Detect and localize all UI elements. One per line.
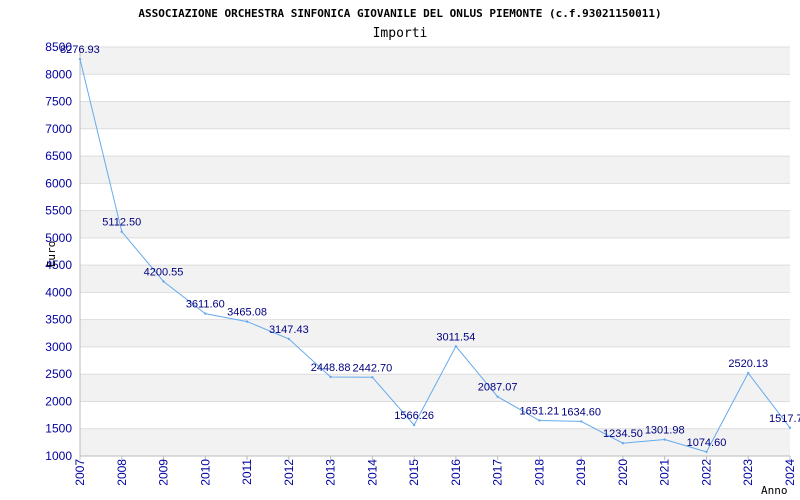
x-tick-label: 2011 [240, 459, 254, 485]
y-tick-label: 6000 [45, 176, 72, 190]
grid-band [80, 265, 790, 293]
data-label: 1651.21 [520, 405, 560, 417]
x-tick-label: 2007 [73, 459, 87, 486]
data-label: 3465.08 [227, 307, 267, 319]
x-tick-label: 2012 [282, 459, 296, 486]
data-label: 1234.50 [603, 428, 643, 440]
grid-band [80, 374, 790, 402]
x-tick-label: 2010 [198, 459, 212, 486]
data-label: 1074.60 [687, 437, 727, 449]
data-label: 1634.60 [561, 406, 601, 418]
y-tick-label: 4000 [45, 285, 72, 299]
data-point [747, 371, 750, 375]
data-point [412, 423, 416, 427]
y-axis-label: Euro [45, 241, 58, 268]
x-tick-label: 2024 [783, 459, 797, 486]
y-tick-label: 6500 [45, 149, 72, 163]
data-label: 3011.54 [436, 331, 475, 343]
grid-band [80, 156, 790, 184]
data-point [329, 375, 332, 379]
data-label: 2442.70 [352, 362, 392, 374]
data-label: 8276.93 [60, 44, 100, 56]
data-point [454, 345, 458, 348]
x-tick-label: 2020 [616, 459, 630, 486]
x-tick-label: 2021 [658, 459, 672, 486]
x-tick-label: 2016 [449, 459, 463, 486]
data-point [621, 442, 625, 445]
y-tick-label: 1500 [45, 422, 72, 436]
x-tick-label: 2008 [115, 459, 129, 486]
x-tick-label: 2019 [574, 459, 588, 486]
x-tick-label: 2014 [365, 459, 379, 486]
data-point [663, 438, 666, 441]
chart: 1000150020002500300035004000450050005500… [45, 7, 800, 497]
data-point [287, 337, 291, 341]
data-point [788, 426, 792, 429]
data-label: 2520.13 [728, 358, 768, 370]
grid-band [80, 47, 790, 75]
y-tick-label: 3500 [45, 313, 72, 327]
data-label: 1301.98 [645, 425, 685, 437]
x-tick-label: 2018 [532, 459, 546, 486]
grid-band [80, 319, 790, 347]
y-tick-label: 2000 [45, 394, 72, 408]
x-tick-labels: 2007 2008 2009 2010 2011 2012 2013 2014 2015 2016… [73, 459, 797, 486]
data-point [245, 320, 249, 323]
data-label: 3147.43 [269, 324, 309, 336]
data-point [538, 419, 541, 422]
data-point [579, 420, 583, 423]
data-point [705, 450, 708, 454]
data-label: 2448.88 [311, 362, 351, 374]
background-bands [80, 47, 790, 456]
y-tick-label: 3000 [45, 340, 72, 354]
grid-band [80, 210, 790, 238]
x-axis-label: Anno [761, 484, 788, 497]
chart-subtitle: Importi [373, 26, 428, 41]
y-tick-label: 2500 [45, 367, 72, 381]
x-tick-label: 2023 [741, 459, 755, 486]
grid-band [80, 101, 790, 129]
x-tick-label: 2017 [491, 459, 505, 486]
y-tick-label: 7500 [45, 95, 72, 109]
data-point [120, 230, 123, 233]
y-tick-label: 7000 [45, 122, 72, 136]
data-point [204, 312, 207, 315]
y-tick-label: 1000 [45, 449, 72, 463]
data-label: 4200.55 [144, 266, 184, 278]
x-tick-label: 2015 [407, 459, 421, 486]
chart-title: ASSOCIAZIONE ORCHESTRA SINFONICA GIOVANI… [138, 7, 661, 20]
data-point [78, 57, 82, 61]
x-tick-label: 2022 [699, 459, 713, 486]
data-point [371, 376, 374, 379]
y-tick-label: 8000 [45, 67, 72, 81]
y-tick-label: 5500 [45, 204, 72, 218]
data-label: 2087.07 [478, 382, 518, 394]
data-label: 1517.7 [769, 413, 800, 425]
x-tick-label: 2009 [157, 459, 171, 486]
x-tick-label: 2013 [324, 459, 338, 486]
data-label: 5112.50 [102, 217, 141, 229]
data-label: 1566.26 [394, 410, 434, 422]
data-point [496, 395, 499, 398]
data-point [162, 280, 165, 283]
data-label: 3611.60 [186, 299, 225, 311]
